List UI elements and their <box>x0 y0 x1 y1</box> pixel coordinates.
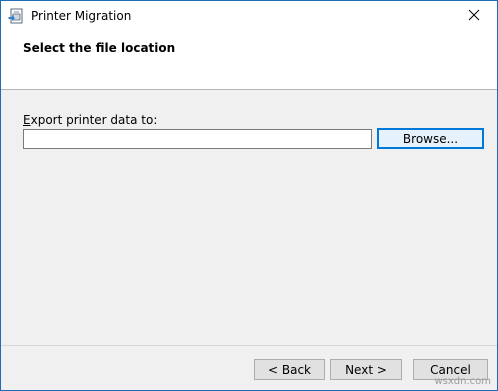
watermark: wsxdn.com <box>434 376 491 387</box>
title-bar[interactable]: Printer Migration <box>1 1 497 32</box>
cancel-button-label: Cancel <box>430 362 471 377</box>
next-button[interactable]: Next > <box>330 359 402 380</box>
export-path-label: Export printer data to: <box>23 113 157 127</box>
window-title: Printer Migration <box>31 9 132 23</box>
export-path-label-rest: xport printer data to: <box>30 113 158 127</box>
printer-migration-icon <box>8 8 25 25</box>
close-button[interactable] <box>451 1 497 32</box>
close-icon <box>468 9 480 24</box>
browse-button[interactable]: Browse... <box>377 128 484 149</box>
browse-button-label: Browse... <box>402 131 459 146</box>
page-title: Select the file location <box>23 41 176 55</box>
export-path-input[interactable] <box>23 129 372 149</box>
back-button-label: < Back <box>267 362 311 377</box>
next-button-label: Next > <box>345 362 387 377</box>
footer-divider <box>1 345 497 346</box>
export-path-label-mnemonic: E <box>23 113 31 127</box>
wizard-header: Select the file location <box>1 32 497 90</box>
back-button[interactable]: < Back <box>254 359 325 380</box>
printer-migration-window: Printer Migration Select the file locati… <box>0 0 498 391</box>
